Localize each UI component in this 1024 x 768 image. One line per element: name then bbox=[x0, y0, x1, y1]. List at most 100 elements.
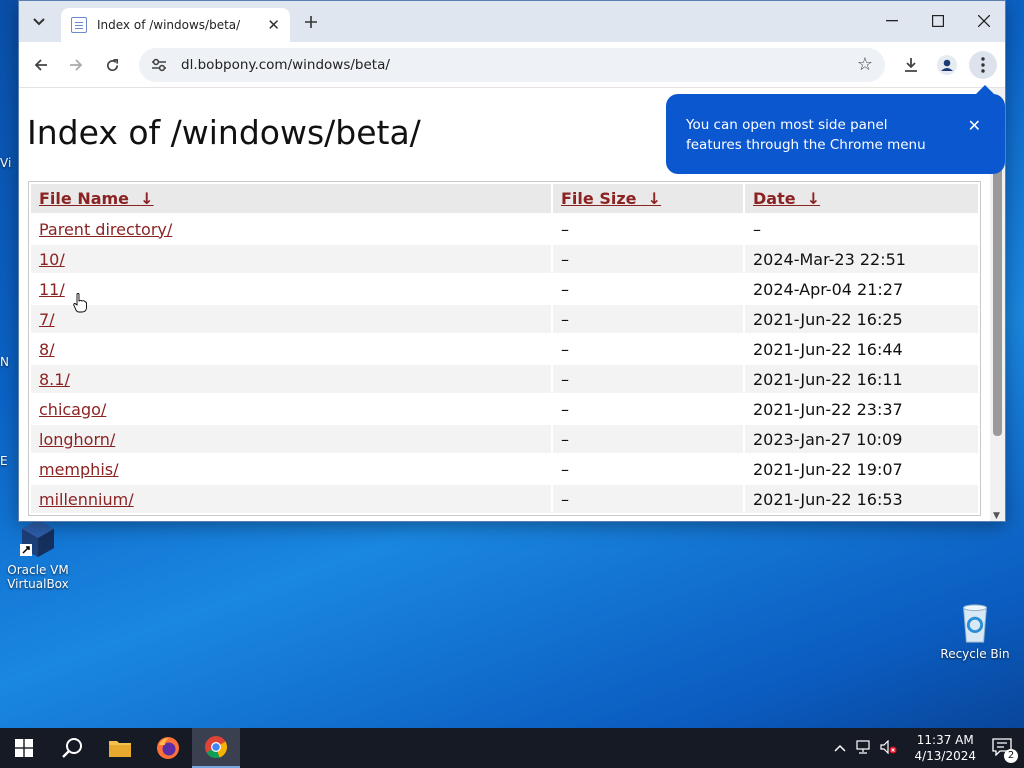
table-row: 11/ – 2024-Apr-04 21:27 bbox=[31, 275, 978, 303]
file-date: 2024-Mar-23 22:51 bbox=[745, 245, 978, 273]
tab-active[interactable]: Index of /windows/beta/ ✕ bbox=[61, 8, 290, 42]
file-date: – bbox=[753, 219, 761, 239]
chrome-icon bbox=[205, 736, 228, 759]
column-label: File Name bbox=[39, 189, 130, 208]
chrome-menu-button[interactable] bbox=[969, 51, 997, 79]
clock-date: 4/13/2024 bbox=[914, 749, 976, 763]
clock[interactable]: 11:37 AM 4/13/2024 bbox=[914, 732, 976, 764]
maximize-icon bbox=[932, 15, 944, 27]
file-listing-table: File Name ↓ File Size ↓ Date ↓ Parent di… bbox=[28, 181, 981, 516]
taskbar-firefox[interactable] bbox=[144, 728, 192, 768]
promo-close-icon[interactable]: ✕ bbox=[968, 116, 981, 136]
file-date: 2021-Jun-22 16:25 bbox=[745, 305, 978, 333]
forward-button[interactable] bbox=[62, 51, 90, 79]
file-size: – bbox=[561, 339, 569, 359]
volume-muted-icon[interactable] bbox=[880, 739, 898, 757]
folder-icon bbox=[109, 741, 131, 757]
directory-link[interactable]: 8.1/ bbox=[39, 370, 70, 389]
directory-link[interactable]: 8/ bbox=[39, 340, 55, 359]
table-row: 8.1/ –2021-Jun-22 16:11 bbox=[31, 365, 978, 393]
hand-cursor-icon bbox=[73, 293, 87, 313]
file-date: 2024-Apr-04 21:27 bbox=[753, 279, 904, 299]
page-title: Index of /windows/beta/ bbox=[27, 113, 421, 152]
file-size: – bbox=[553, 305, 743, 333]
column-label: File Size bbox=[561, 189, 637, 208]
desktop-icon-label-partial[interactable]: E bbox=[0, 454, 18, 468]
directory-link[interactable]: millennium/ bbox=[39, 490, 134, 509]
desktop-icon-recycle-bin[interactable]: Recycle Bin bbox=[940, 602, 1010, 661]
sort-by-date-link[interactable]: Date ↓ bbox=[753, 189, 820, 208]
minimize-button[interactable] bbox=[869, 1, 915, 41]
network-icon[interactable] bbox=[856, 739, 872, 757]
site-info-icon[interactable] bbox=[149, 55, 169, 75]
browser-window: Index of /windows/beta/ ✕ dl.bobpony.com… bbox=[18, 0, 1006, 522]
file-size: – bbox=[561, 219, 569, 239]
table-row: longhorn/ –2023-Jan-27 10:09 bbox=[31, 425, 978, 453]
address-bar[interactable]: dl.bobpony.com/windows/beta/ ☆ bbox=[139, 48, 885, 82]
file-size: – bbox=[553, 365, 743, 393]
desktop-icon-label-partial[interactable]: N bbox=[0, 355, 18, 369]
promo-text: You can open most side panel features th… bbox=[686, 117, 926, 153]
file-size: – bbox=[561, 459, 569, 479]
profile-button[interactable] bbox=[933, 51, 961, 79]
download-icon bbox=[905, 58, 917, 72]
chevron-down-icon bbox=[33, 18, 45, 26]
desktop-icon-label: Recycle Bin bbox=[940, 647, 1010, 661]
directory-link[interactable]: 11/ bbox=[39, 280, 65, 299]
maximize-button[interactable] bbox=[915, 1, 961, 41]
page-icon bbox=[71, 17, 87, 33]
taskbar: 11:37 AM 4/13/2024 2 bbox=[0, 728, 1024, 768]
back-button[interactable] bbox=[27, 51, 55, 79]
file-size: – bbox=[553, 245, 743, 273]
arrow-right-icon bbox=[70, 59, 83, 71]
action-center-button[interactable]: 2 bbox=[992, 737, 1018, 763]
tab-close-icon[interactable]: ✕ bbox=[267, 16, 280, 34]
firefox-icon bbox=[157, 737, 179, 759]
search-button[interactable] bbox=[48, 728, 96, 768]
table-row: millennium/ –2021-Jun-22 16:53 bbox=[31, 485, 978, 513]
sort-arrow-icon: ↓ bbox=[806, 189, 821, 208]
reload-button[interactable] bbox=[98, 51, 126, 79]
directory-link[interactable]: Parent directory/ bbox=[39, 220, 172, 239]
sort-by-size-link[interactable]: File Size ↓ bbox=[561, 189, 661, 208]
directory-link[interactable]: 10/ bbox=[39, 250, 65, 269]
close-window-button[interactable] bbox=[961, 1, 1005, 41]
show-hidden-icons-chevron-up-icon[interactable] bbox=[834, 741, 846, 755]
search-icon bbox=[62, 738, 82, 758]
column-header-size[interactable]: File Size ↓ bbox=[553, 184, 743, 213]
system-tray: 11:37 AM 4/13/2024 2 bbox=[834, 728, 1024, 768]
scroll-down-arrow-icon[interactable]: ▼ bbox=[993, 511, 1000, 521]
virtualbox-icon bbox=[20, 520, 54, 557]
file-date: 2021-Jun-22 16:44 bbox=[753, 339, 903, 359]
directory-link[interactable]: 7/ bbox=[39, 310, 55, 329]
downloads-button[interactable] bbox=[897, 51, 925, 79]
windows-logo-icon bbox=[15, 739, 33, 757]
column-label: Date bbox=[753, 189, 796, 208]
arrow-left-icon bbox=[34, 59, 47, 71]
desktop-icon-virtualbox[interactable]: Oracle VM VirtualBox bbox=[3, 518, 73, 591]
clock-time: 11:37 AM bbox=[916, 733, 974, 747]
directory-link[interactable]: longhorn/ bbox=[39, 430, 115, 449]
desktop-icon-label: Oracle VM VirtualBox bbox=[7, 563, 69, 591]
file-date: 2021-Jun-22 19:07 bbox=[753, 459, 903, 479]
new-tab-button[interactable] bbox=[299, 10, 323, 34]
title-bar: Index of /windows/beta/ ✕ bbox=[19, 1, 1005, 42]
tab-title: Index of /windows/beta/ bbox=[97, 18, 241, 32]
sort-arrow-icon: ↓ bbox=[140, 189, 154, 208]
toolbar: dl.bobpony.com/windows/beta/ ☆ bbox=[19, 42, 1005, 88]
directory-link[interactable]: memphis/ bbox=[39, 460, 118, 479]
file-date: 2021-Jun-22 16:53 bbox=[745, 485, 978, 513]
column-header-date[interactable]: Date ↓ bbox=[745, 184, 978, 213]
desktop-icon-label-partial[interactable]: Vi bbox=[0, 156, 18, 170]
bookmark-star-icon[interactable]: ☆ bbox=[857, 54, 873, 75]
taskbar-chrome[interactable] bbox=[192, 728, 240, 768]
sort-by-name-link[interactable]: File Name ↓ bbox=[39, 189, 154, 208]
tab-search-button[interactable] bbox=[25, 9, 53, 35]
column-header-name[interactable]: File Name ↓ bbox=[31, 184, 551, 213]
plus-icon bbox=[305, 16, 317, 28]
directory-link[interactable]: chicago/ bbox=[39, 400, 106, 419]
table-header-row: File Name ↓ File Size ↓ Date ↓ bbox=[31, 184, 978, 213]
table-row: 10/ –2024-Mar-23 22:51 bbox=[31, 245, 978, 273]
taskbar-file-explorer[interactable] bbox=[96, 728, 144, 768]
start-button[interactable] bbox=[0, 728, 48, 768]
